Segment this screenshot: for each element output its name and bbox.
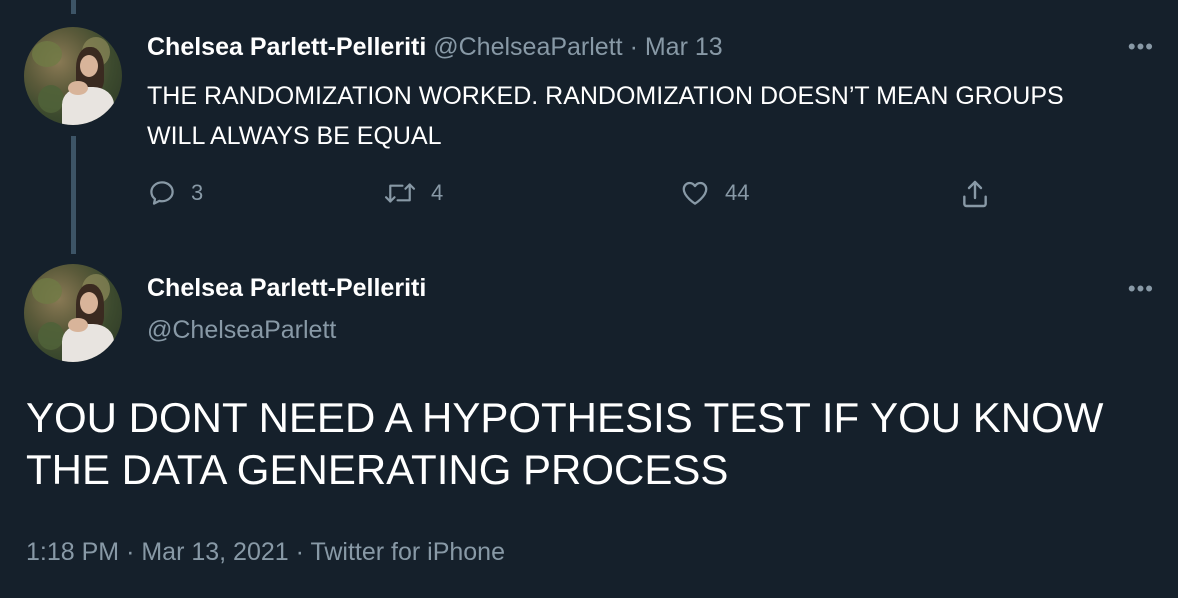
thread-connector (71, 136, 76, 254)
reply-icon (150, 181, 174, 205)
share-button[interactable] (959, 178, 991, 210)
like-button[interactable]: 44 (679, 178, 749, 208)
tweet-metadata: 1:18 PM · Mar 13, 2021 · Twitter for iPh… (26, 538, 505, 567)
avatar[interactable] (24, 264, 122, 362)
like-icon (682, 181, 708, 205)
author-name[interactable]: Chelsea Parlett-Pelleriti (147, 33, 426, 61)
author-handle[interactable]: @ChelseaParlett (147, 316, 336, 345)
reply-count: 3 (191, 180, 204, 205)
share-icon (963, 180, 987, 208)
tweet-text: YOU DONT NEED A HYPOTHESIS TEST IF YOU K… (26, 394, 1104, 493)
tweet-time[interactable]: 1:18 PM (26, 538, 119, 566)
retweet-count: 4 (431, 180, 444, 205)
tweet-header: Chelsea Parlett-Pelleriti @ChelseaParlet… (147, 33, 723, 62)
more-icon[interactable]: ••• (1128, 276, 1154, 302)
author-name[interactable]: Chelsea Parlett-Pelleriti (147, 274, 426, 303)
avatar[interactable] (24, 27, 122, 125)
tweet-source[interactable]: Twitter for iPhone (310, 538, 505, 566)
tweet-date[interactable]: Mar 13, 2021 (141, 538, 288, 566)
tweet-actions: 3 4 44 (147, 178, 1007, 218)
retweet-icon (384, 183, 416, 203)
thread-connector-top (71, 0, 76, 14)
tweet-date[interactable]: Mar 13 (645, 33, 723, 61)
more-icon[interactable]: ••• (1128, 34, 1154, 60)
like-count: 44 (725, 180, 750, 205)
reply-button[interactable]: 3 (147, 178, 203, 208)
retweet-button[interactable]: 4 (383, 178, 443, 208)
tweet-text: THE RANDOMIZATION WORKED. RANDOMIZATION … (147, 82, 1064, 150)
separator: · (295, 538, 304, 566)
author-handle[interactable]: @ChelseaParlett (433, 33, 622, 61)
separator: · (629, 33, 638, 61)
separator: · (126, 538, 135, 566)
